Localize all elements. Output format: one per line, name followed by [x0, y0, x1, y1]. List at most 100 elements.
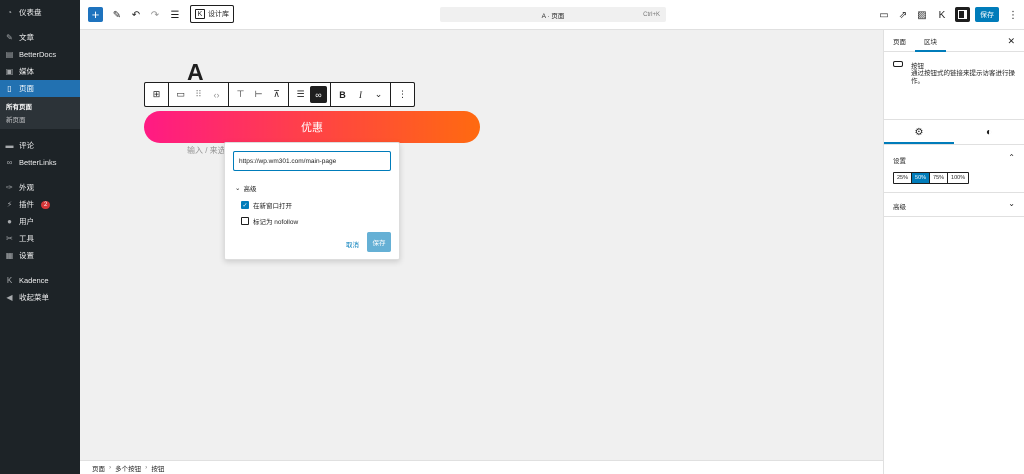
- nofollow-option[interactable]: 标记为 nofollow: [241, 216, 298, 226]
- settings-sidebar-toggle-icon[interactable]: [955, 7, 970, 22]
- sidebar-item-pages[interactable]: ▯ 页面: [0, 80, 80, 97]
- button-block-icon: [893, 61, 903, 67]
- link-popover: ⌄ 高级 ✓ 在新窗口打开 标记为 nofollow 取消 保存: [224, 142, 400, 260]
- align-top-icon[interactable]: ⊼: [268, 86, 285, 103]
- block-toolbar: ⊞ ▭ ⠿ ‹› ⊤ ⊢ ⊼ ☰ ∞ B I ⌄ ⋮: [144, 82, 415, 107]
- submenu-all-pages[interactable]: 所有页面: [0, 99, 80, 112]
- nofollow-checkbox[interactable]: [241, 217, 249, 225]
- sidebar-item-label: Kadence: [19, 276, 49, 285]
- open-new-tab-checkbox[interactable]: ✓: [241, 201, 249, 209]
- width-option[interactable]: 75%: [930, 173, 949, 183]
- admin-sidebar: ◔ 仪表盘 ✎ 文章 ▤ BetterDocs ▣ 媒体 ▯ 页面 所有页面 新…: [0, 0, 80, 474]
- sidebar-item-appearance[interactable]: ✑ 外观: [0, 179, 80, 196]
- breadcrumb-item[interactable]: 按钮: [151, 463, 164, 473]
- tab-page[interactable]: 页面: [884, 30, 915, 52]
- redo-icon[interactable]: ↷: [148, 8, 162, 22]
- kadence-controls-icon[interactable]: K: [935, 8, 949, 22]
- pin-icon: ✎: [6, 33, 13, 42]
- tools-pencil-icon[interactable]: ✎: [110, 8, 124, 22]
- breadcrumb-item[interactable]: 多个按钮: [115, 463, 141, 473]
- sidebar-item-settings[interactable]: ▦ 设置: [0, 247, 80, 264]
- sidebar-item-label: 用户: [19, 217, 34, 226]
- settings-gear-icon[interactable]: ⚙: [884, 120, 954, 144]
- plugins-update-badge: 2: [41, 200, 51, 209]
- sidebar-item-label: 设置: [19, 251, 34, 260]
- edit-icon[interactable]: ▨: [915, 8, 929, 22]
- users-icon: ●: [7, 217, 12, 226]
- chevron-down-icon: ⌄: [235, 185, 241, 192]
- more-formats-chevron-icon[interactable]: ⌄: [370, 86, 387, 103]
- save-button[interactable]: 保存: [975, 7, 999, 22]
- block-description: 通过按钮式的链接来提示访客进行操作。: [911, 70, 1015, 85]
- link-icon[interactable]: ∞: [310, 86, 327, 103]
- parent-block-icon[interactable]: ⊞: [148, 86, 165, 103]
- cancel-button[interactable]: 取消: [346, 239, 359, 249]
- breadcrumb: 页面 › 多个按钮 › 按钮: [80, 460, 883, 474]
- open-new-tab-option[interactable]: ✓ 在新窗口打开: [241, 200, 292, 210]
- sidebar-item-kadence[interactable]: K Kadence: [0, 272, 80, 289]
- width-option[interactable]: 100%: [948, 173, 968, 183]
- pages-submenu: 所有页面 新页面: [0, 97, 80, 129]
- command-palette-bar[interactable]: A · 页面 Ctrl+K: [440, 7, 666, 22]
- sidebar-item-betterdocs[interactable]: ▤ BetterDocs: [0, 46, 80, 63]
- tab-block[interactable]: 区块: [915, 30, 946, 52]
- block-name: 按钮: [911, 63, 924, 70]
- block-card: 按钮 通过按钮式的链接来提示访客进行操作。: [884, 52, 1024, 120]
- close-icon[interactable]: ✕: [1007, 36, 1015, 47]
- settings-section-title[interactable]: 设置: [893, 155, 906, 165]
- block-inserter-button[interactable]: +: [88, 7, 103, 22]
- editor-top-toolbar: + ✎ ↶ ↷ ☰ K 设计库 A · 页面 Ctrl+K ▭ ⇗ ▨ K 保存…: [80, 0, 1024, 30]
- sidebar-item-label: BetterDocs: [19, 50, 57, 59]
- chevron-up-icon[interactable]: ⌃: [1008, 153, 1015, 162]
- url-input[interactable]: [233, 151, 391, 171]
- sidebar-item-media[interactable]: ▣ 媒体: [0, 63, 80, 80]
- advanced-section[interactable]: 高级 ⌄: [884, 193, 1024, 217]
- text-align-icon[interactable]: ☰: [292, 86, 309, 103]
- move-arrows-icon[interactable]: ‹›: [208, 86, 225, 103]
- block-options-icon[interactable]: ⋮: [394, 86, 411, 103]
- bold-icon[interactable]: B: [334, 86, 351, 103]
- advanced-toggle[interactable]: ⌄ 高级: [235, 183, 256, 193]
- style-tabs: ⚙ ◐: [884, 120, 1024, 145]
- sidebar-item-collapse[interactable]: ◀ 收起菜单: [0, 289, 80, 306]
- editor-canvas: A ⊞ ▭ ⠿ ‹› ⊤ ⊢ ⊼ ☰ ∞ B I ⌄ ⋮ 优惠 输入 / 来选: [80, 30, 883, 460]
- sidebar-item-betterlinks[interactable]: ∞ BetterLinks: [0, 154, 80, 171]
- undo-icon[interactable]: ↶: [129, 8, 143, 22]
- cta-gradient-button[interactable]: 优惠: [144, 111, 480, 143]
- view-page-icon[interactable]: ⇗: [896, 8, 910, 22]
- sidebar-item-label: 仪表盘: [19, 8, 42, 17]
- settings-section: 设置 ⌃ 25% 50% 75% 100%: [884, 145, 1024, 193]
- design-library-button[interactable]: K 设计库: [190, 5, 234, 23]
- collapse-icon: ◀: [6, 293, 13, 302]
- justify-left-icon[interactable]: ⊢: [250, 86, 267, 103]
- breadcrumb-item[interactable]: 页面: [92, 463, 105, 473]
- more-options-icon[interactable]: ⋮: [1006, 8, 1020, 22]
- width-option[interactable]: 50%: [912, 173, 931, 183]
- device-preview-icon[interactable]: ▭: [877, 8, 891, 22]
- justify-center-icon[interactable]: ⊤: [232, 86, 249, 103]
- pages-icon: ▯: [7, 84, 12, 93]
- document-overview-icon[interactable]: ☰: [168, 8, 182, 22]
- settings-panel: 页面 区块 ✕ 按钮 通过按钮式的链接来提示访客进行操作。 ⚙ ◐ 设置 ⌃ 2…: [883, 30, 1024, 474]
- docs-icon: ▤: [5, 50, 14, 59]
- advanced-section-title: 高级: [893, 204, 906, 211]
- sidebar-item-posts[interactable]: ✎ 文章: [0, 29, 80, 46]
- button-block-icon[interactable]: ▭: [172, 86, 189, 103]
- link-icon: ∞: [6, 158, 13, 167]
- submenu-new-page[interactable]: 新页面: [0, 112, 80, 125]
- width-option[interactable]: 25%: [894, 173, 913, 183]
- sidebar-item-users[interactable]: ● 用户: [0, 213, 80, 230]
- styles-contrast-icon[interactable]: ◐: [954, 120, 1024, 144]
- breadcrumb-separator-icon: ›: [145, 464, 148, 471]
- drag-handle-icon[interactable]: ⠿: [190, 86, 207, 103]
- italic-icon[interactable]: I: [352, 86, 369, 103]
- advanced-label: 高级: [243, 186, 257, 193]
- chevron-down-icon: ⌄: [1008, 199, 1015, 208]
- sidebar-item-comments[interactable]: ▬ 评论: [0, 137, 80, 154]
- link-save-button[interactable]: 保存: [367, 232, 391, 252]
- kadence-icon: K: [6, 276, 13, 285]
- sidebar-item-dashboard[interactable]: ◔ 仪表盘: [0, 4, 80, 21]
- sidebar-item-tools[interactable]: ✂ 工具: [0, 230, 80, 247]
- comments-icon: ▬: [5, 141, 14, 150]
- sidebar-item-plugins[interactable]: ⚡ 插件 2: [0, 196, 80, 213]
